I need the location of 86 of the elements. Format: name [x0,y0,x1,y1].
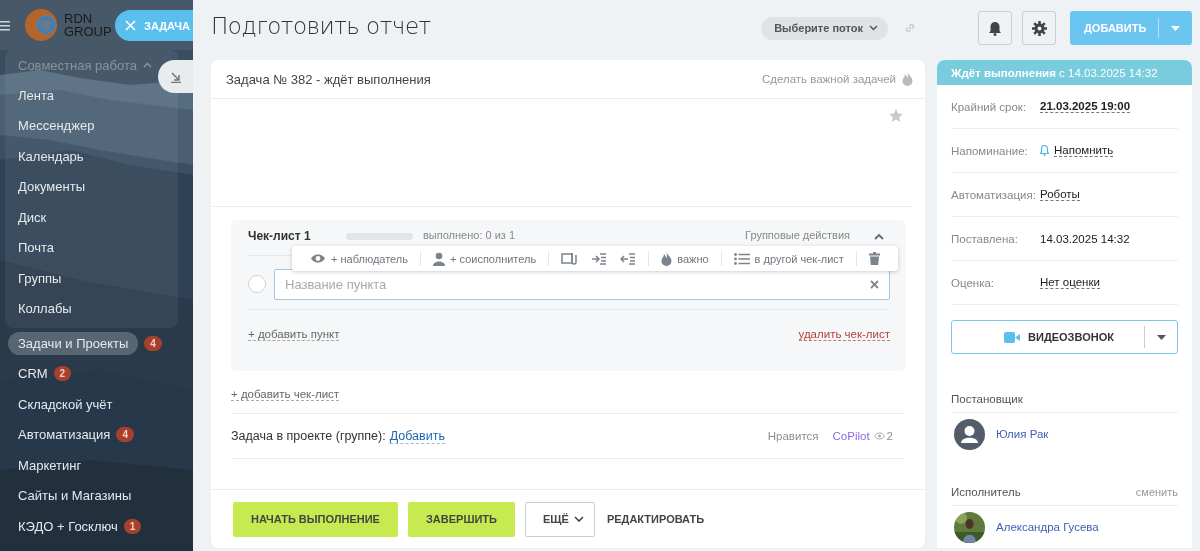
menu-item[interactable]: Мессенджер [18,118,95,134]
outdent-icon [620,252,637,265]
add-checklist-link[interactable]: + добавить чек-лист [231,388,340,401]
delete-checklist-link[interactable]: удалить чек-лист [798,327,890,341]
checklist-title: Чек-лист 1 [248,229,312,243]
observer-tool[interactable]: + наблюдатель [306,252,413,265]
edit-link[interactable]: РЕДАКТИРОВАТЬ [604,501,707,537]
menu-item[interactable]: Документы [18,179,85,195]
field-label: Поставлена: [951,232,1019,245]
close-icon[interactable] [870,279,879,289]
copilot-link[interactable]: CoPilot [832,430,870,442]
status-header: Ждёт выполнения с 14.03.2025 14:32 [951,66,1158,79]
indent-icon [591,252,608,265]
menu-item[interactable]: Почта [18,240,55,256]
like-link[interactable]: Нравится [767,430,819,442]
caret-icon [1156,334,1166,340]
person-link[interactable]: Александра Гусева [996,521,1099,533]
menu-item[interactable]: Задачи и Проекты [8,331,139,355]
bell-icon [1040,145,1049,156]
notifications-button[interactable] [978,11,1012,45]
eye-icon [310,253,326,264]
checkbox[interactable] [248,275,266,293]
person-link[interactable]: Юлия Рак [996,428,1049,440]
video-call-button[interactable]: ВИДЕОЗВОНОК [951,320,1178,354]
star-icon[interactable] [889,109,903,122]
action-button[interactable]: ЗАВЕРШИТЬ [407,501,515,537]
move-tool[interactable]: в другой чек-лист [729,252,848,265]
action-button[interactable]: НАЧАТЬ ВЫПОЛНЕНИЕ [233,501,398,537]
deadline-link[interactable]: 21.03.2025 19:00 [1040,100,1131,113]
field-label: Крайний срок: [951,100,1028,113]
more-button[interactable]: ЕЩЁ [525,501,595,537]
logo-text: GROUP [64,25,112,38]
progress-text: выполнено: 0 из 1 [423,229,517,241]
view-count: 2 [886,430,893,442]
flow-select[interactable]: Выберите поток [761,16,888,40]
field-link[interactable]: Напомнить [1054,144,1114,157]
menu-item[interactable]: Складской учёт [18,396,113,412]
project-label: Задача в проекте (группе): [231,429,386,443]
chevron-down-icon [573,516,584,522]
arrow-icon [169,70,182,83]
list-icon [733,252,750,265]
logo-text: RDN [64,12,94,25]
field-label: Автоматизация: [951,188,1037,201]
trash-icon [868,252,880,265]
menu-icon[interactable] [0,19,10,31]
role-label: Исполнитель [951,486,1021,498]
task-heading: Задача № 382 - ждёт выполнения [226,71,432,87]
bell-icon [988,20,1002,36]
flame-icon [661,251,673,266]
settings-button[interactable] [1022,11,1056,45]
field-link[interactable]: Нет оценки [1040,276,1100,289]
chevron-down-icon [869,25,878,31]
group-label: Совместная работа [18,57,137,73]
logo-icon [24,8,58,42]
close-icon [125,20,136,31]
important-tool[interactable]: важно [657,251,713,266]
menu-item[interactable]: Календарь [18,148,84,164]
caret-icon [1171,25,1181,31]
menu-item[interactable]: Коллабы [18,301,72,317]
field-label: Напоминание: [951,144,1029,157]
menu-item[interactable]: Сайты и Магазины [18,488,132,504]
role-label: Постановщик [951,393,1023,405]
menu-item[interactable]: Группы [18,270,62,286]
avatar-icon [954,418,985,450]
menu-item[interactable]: Диск [18,209,47,225]
menu-item[interactable]: КЭДО + Госключ [18,518,118,534]
collapse-button[interactable] [158,60,193,93]
eye-icon [873,432,885,440]
attachment-icon [561,252,579,265]
field-link[interactable]: Роботы [1040,188,1080,201]
add-project-link[interactable]: Добавить [389,428,445,444]
page-title: Подготовить отчет [211,13,432,39]
coexecutor-tool[interactable]: + соисполнитель [429,251,541,266]
settings-icon [1031,20,1047,36]
group-actions-link[interactable]: Групповые действия [745,229,850,241]
camera-icon [1004,331,1021,343]
flame-icon [902,72,913,86]
field-value: 14.03.2025 14:32 [1040,232,1130,245]
menu-item[interactable]: Маркетинг [18,457,82,473]
add-item-link[interactable]: + добавить пункт [248,327,340,341]
menu-item[interactable]: CRM [18,366,48,382]
menu-item[interactable]: Лента [18,87,54,103]
menu-item[interactable]: Автоматизация [18,427,111,443]
chevron-up-icon[interactable] [874,233,884,240]
person-icon [433,251,446,266]
field-label: Оценка: [951,276,996,289]
